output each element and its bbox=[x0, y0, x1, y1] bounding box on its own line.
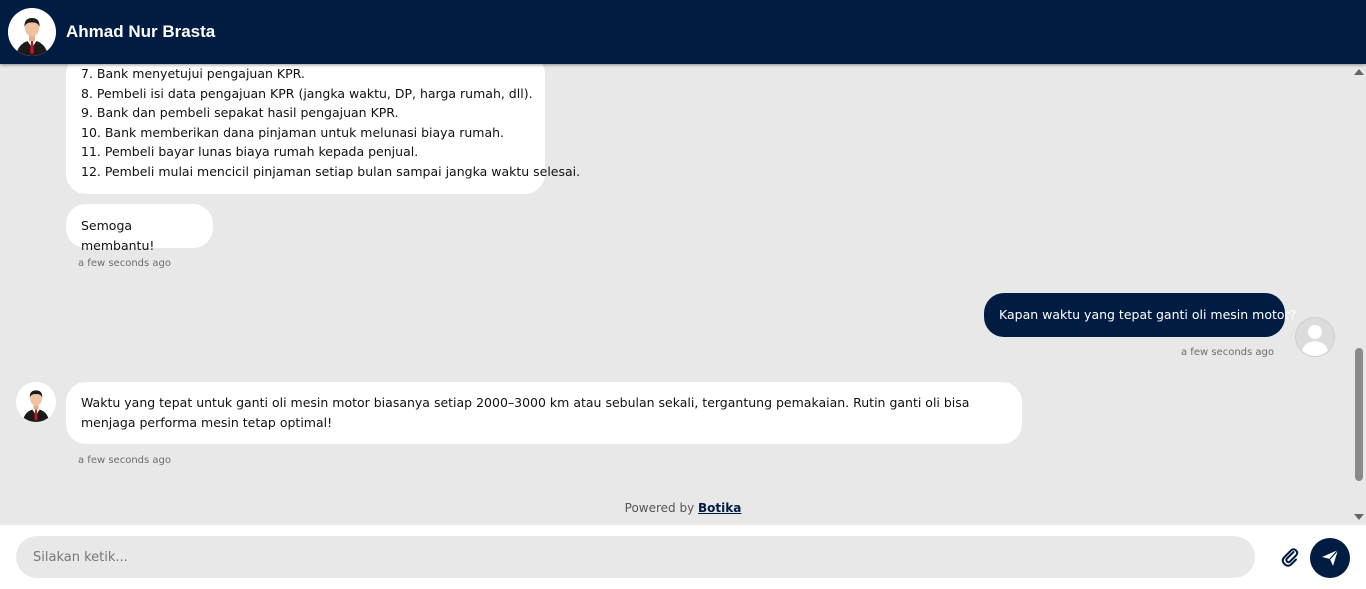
scroll-up-arrow-icon[interactable] bbox=[1354, 69, 1364, 75]
businessman-avatar-icon bbox=[8, 8, 56, 56]
send-button[interactable] bbox=[1310, 538, 1350, 578]
message-line: 8. Pembeli isi data pengajuan KPR (jangk… bbox=[81, 85, 533, 101]
message-line: 9. Bank dan pembeli sepakat hasil pengaj… bbox=[81, 105, 399, 121]
message-timestamp: a few seconds ago bbox=[1181, 347, 1274, 358]
bot-message-bubble: Semoga membantu! bbox=[66, 204, 213, 253]
scroll-down-arrow-icon[interactable] bbox=[1354, 514, 1364, 520]
scrollbar-thumb[interactable] bbox=[1355, 348, 1363, 481]
message-line: 7. Bank menyetujui pengajuan KPR. bbox=[81, 66, 305, 81]
send-icon bbox=[1322, 549, 1339, 566]
message-line: 11. Pembeli bayar lunas biaya rumah kepa… bbox=[81, 144, 419, 160]
bot-message-bubble: 7. Bank menyetujui pengajuan KPR. 8. Pem… bbox=[66, 64, 581, 194]
composer-bar bbox=[0, 525, 1366, 589]
paperclip-icon[interactable] bbox=[1280, 546, 1300, 568]
message-input-wrapper bbox=[16, 536, 1255, 578]
message-timestamp: a few seconds ago bbox=[78, 455, 171, 466]
bot-name-title: Ahmad Nur Brasta bbox=[66, 22, 216, 41]
bot-message-bubble: Waktu yang tepat untuk ganti oli mesin m… bbox=[66, 382, 1022, 444]
message-line: 10. Bank memberikan dana pinjaman untuk … bbox=[81, 124, 504, 140]
botika-link[interactable]: Botika bbox=[698, 501, 741, 515]
chat-scrollbar[interactable] bbox=[1351, 64, 1366, 525]
chat-header: Ahmad Nur Brasta bbox=[0, 0, 1366, 64]
user-message-bubble: Kapan waktu yang tepat ganti oli mesin m… bbox=[984, 293, 1296, 337]
powered-by-footer: Powered by Botika bbox=[0, 501, 1366, 515]
user-avatar-icon bbox=[1295, 317, 1335, 357]
powered-by-label: Powered by bbox=[624, 501, 695, 515]
message-timestamp: a few seconds ago bbox=[78, 258, 171, 269]
businessman-avatar-icon bbox=[16, 382, 56, 422]
chat-area[interactable]: 7. Bank menyetujui pengajuan KPR. 8. Pem… bbox=[0, 64, 1366, 525]
message-input[interactable] bbox=[16, 536, 1255, 578]
message-line: 12. Pembeli mulai mencicil pinjaman seti… bbox=[81, 163, 581, 179]
